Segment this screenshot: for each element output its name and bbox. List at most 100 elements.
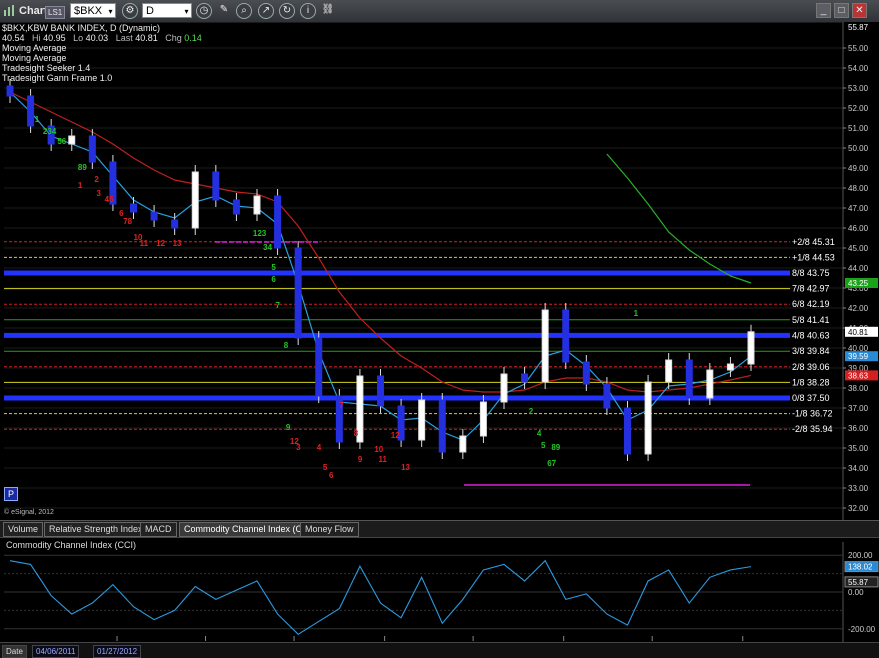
seeker-label: 78 bbox=[123, 217, 132, 226]
gann-label: 7/8 42.97 bbox=[792, 284, 830, 294]
candle-body bbox=[459, 435, 467, 453]
tab-cci[interactable]: Commodity Channel Index (CCI) bbox=[179, 522, 320, 537]
link-badge[interactable]: LS1 bbox=[45, 6, 66, 19]
price-tick-label: 50.00 bbox=[848, 144, 869, 153]
seeker-label: 3 bbox=[296, 443, 301, 452]
maximize-button[interactable]: □ bbox=[834, 3, 849, 18]
seeker-label: 6 bbox=[271, 275, 276, 284]
candle-body bbox=[479, 401, 487, 437]
link-icon[interactable]: ⛓ bbox=[320, 3, 336, 19]
candle-body bbox=[88, 135, 96, 163]
price-tick-label: 44.00 bbox=[848, 264, 869, 273]
arrow-icon[interactable]: ↗ bbox=[258, 3, 274, 19]
info-icon[interactable]: i bbox=[300, 3, 316, 19]
quote-row: 40.54 Hi 40.95 Lo 40.03 Last 40.81 Chg 0… bbox=[2, 33, 207, 43]
cci-line bbox=[9, 559, 752, 636]
price-axis: 55.00 54.00 53.00 52.00 51.00 50.00 49.00 48.00… bbox=[842, 22, 879, 520]
price-tick-label: 33.00 bbox=[848, 484, 869, 493]
seeker-label: 3 bbox=[96, 189, 101, 198]
tab-money-flow[interactable]: Money Flow bbox=[300, 522, 359, 537]
gann-label: 4/8 40.63 bbox=[792, 330, 830, 340]
gann-label: 0/8 37.50 bbox=[792, 393, 830, 403]
date-label: Date bbox=[2, 645, 27, 658]
p-button[interactable]: P bbox=[4, 487, 18, 501]
seeker-label: 4 bbox=[317, 443, 322, 452]
candle-body bbox=[253, 195, 261, 215]
cci-tick-label: 0.00 bbox=[848, 588, 864, 597]
gann-label: 6/8 42.19 bbox=[792, 299, 830, 309]
study-label[interactable]: Moving Average bbox=[2, 53, 207, 63]
candle-body bbox=[747, 331, 755, 365]
candle-body bbox=[6, 85, 14, 97]
window-title: Chart bbox=[19, 5, 48, 17]
seeker-label: 9 bbox=[286, 423, 291, 432]
refresh-icon[interactable]: ↻ bbox=[279, 3, 295, 19]
candle-body bbox=[541, 309, 549, 383]
price-badge-label: 38.63 bbox=[848, 371, 869, 380]
price-badge-label: 39.59 bbox=[848, 352, 869, 361]
quote-low: Lo 40.03 bbox=[73, 33, 109, 43]
seeker-label: 5 bbox=[271, 263, 276, 272]
study-label[interactable]: Tradesight Seeker 1.4 bbox=[2, 63, 207, 73]
candle-body bbox=[150, 211, 158, 221]
candle-body bbox=[27, 95, 35, 127]
candle-body bbox=[582, 361, 590, 385]
seeker-label: 13 bbox=[401, 463, 410, 472]
price-tick-label: 48.00 bbox=[848, 184, 869, 193]
quote-change: Chg 0.14 bbox=[165, 33, 202, 43]
range-to[interactable]: 01/27/2012 bbox=[93, 645, 142, 658]
candle-body bbox=[418, 399, 426, 441]
candle-body bbox=[232, 199, 240, 215]
price-tick-label: 51.00 bbox=[848, 124, 869, 133]
gann-label: -2/8 35.94 bbox=[792, 424, 833, 434]
chart-window-icon bbox=[3, 3, 17, 19]
seeker-label: 13 bbox=[173, 239, 182, 248]
minimize-button[interactable]: _ bbox=[816, 3, 831, 18]
price-tick-label: 35.00 bbox=[848, 444, 869, 453]
seeker-label: 5 bbox=[541, 441, 546, 450]
price-tick-label: 55.00 bbox=[848, 44, 869, 53]
footer-bar: Date 04/06/2011 01/27/2012 bbox=[0, 642, 879, 658]
chart-header: $BKX,KBW BANK INDEX, D (Dynamic) bbox=[2, 23, 161, 33]
settings-gear-icon[interactable]: ⚙ bbox=[122, 3, 138, 19]
clock-icon[interactable]: ◷ bbox=[196, 3, 212, 19]
close-button[interactable]: ✕ bbox=[852, 3, 867, 18]
seeker-label: 12 bbox=[391, 431, 400, 440]
quote-last: Last 40.81 bbox=[115, 33, 158, 43]
price-tick-label: 37.00 bbox=[848, 404, 869, 413]
interval-dropdown-chevron-icon[interactable]: ▾ bbox=[182, 3, 192, 18]
cci-tick-label: -200.00 bbox=[848, 625, 876, 634]
symbol-dropdown-chevron-icon[interactable]: ▾ bbox=[106, 3, 116, 18]
cci-title: Commodity Channel Index (CCI) bbox=[6, 540, 137, 550]
seeker-label: 9 bbox=[358, 455, 363, 464]
price-badge-label: 43.25 bbox=[848, 279, 869, 288]
ma-green-line bbox=[606, 153, 752, 284]
study-label[interactable]: Tradesight Gann Frame 1.0 bbox=[2, 73, 207, 83]
range-from[interactable]: 04/06/2011 bbox=[32, 645, 80, 658]
candle-body bbox=[171, 219, 179, 229]
chart-window: Chart LS1 $BKX ▾ ⚙ D ▾ ◷ ✎ ⌕ ↗ ↻ i ⛓ _ □… bbox=[0, 0, 879, 658]
price-tick-label: 38.00 bbox=[848, 384, 869, 393]
price-tick-label: 52.00 bbox=[848, 104, 869, 113]
gann-label: 8/8 43.75 bbox=[792, 268, 830, 278]
search-icon[interactable]: ⌕ bbox=[236, 3, 252, 19]
seeker-label: 8 bbox=[354, 429, 359, 438]
candle-body bbox=[377, 375, 384, 407]
seeker-label: 2 bbox=[529, 407, 534, 416]
cci-pane: 200.00 0.00 -200.00 138.02 55.87 bbox=[4, 542, 879, 642]
price-tick-label: 49.00 bbox=[848, 164, 869, 173]
price-tick-label: 42.00 bbox=[848, 304, 869, 313]
cci-tick-label: 200.00 bbox=[848, 551, 873, 560]
price-tick-label: 54.00 bbox=[848, 64, 869, 73]
gann-label: +2/8 45.31 bbox=[792, 237, 835, 247]
tab-volume[interactable]: Volume bbox=[3, 522, 44, 537]
candle-body bbox=[644, 381, 652, 455]
candle-body bbox=[212, 171, 220, 201]
seeker-label: 89 bbox=[551, 443, 560, 452]
tab-macd[interactable]: MACD bbox=[140, 522, 177, 537]
seeker-label: 45 bbox=[105, 195, 114, 204]
study-label[interactable]: Moving Average bbox=[2, 43, 207, 53]
tab-rsi[interactable]: Relative Strength Index bbox=[44, 522, 148, 537]
seeker-label: 7 bbox=[339, 401, 344, 410]
draw-pencil-icon[interactable]: ✎ bbox=[216, 3, 232, 19]
